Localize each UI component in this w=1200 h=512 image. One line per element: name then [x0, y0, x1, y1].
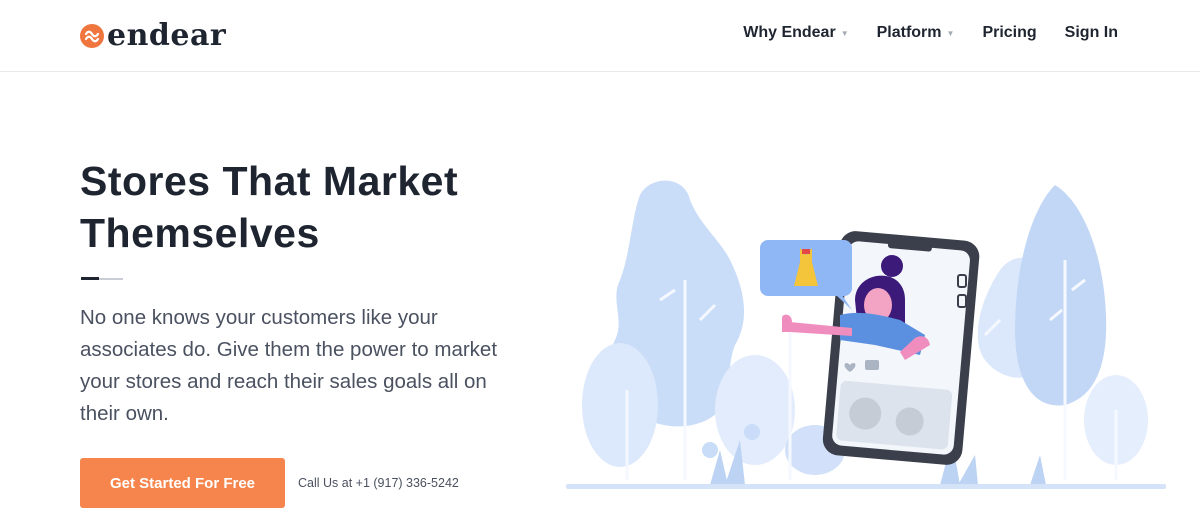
nav-sign-in[interactable]: Sign In	[1065, 24, 1118, 42]
hero-title-line-2: Themselves	[80, 210, 320, 256]
get-started-button[interactable]: Get Started For Free	[80, 458, 285, 508]
hero-illustration	[560, 170, 1170, 505]
hero-title: Stores That Market Themselves	[80, 155, 580, 259]
call-us-link[interactable]: Call Us at +1 (917) 336-5242	[298, 476, 459, 490]
nav-pricing[interactable]: Pricing	[982, 24, 1036, 42]
caret-down-icon: ▼	[946, 28, 955, 38]
nav-platform-label: Platform	[876, 24, 942, 41]
main-nav: Why Endear ▼ Platform ▼ Pricing Sign In	[715, 24, 1118, 42]
endear-logo-icon	[80, 24, 104, 48]
nav-why-endear[interactable]: Why Endear ▼	[743, 24, 848, 42]
site-header: endear Why Endear ▼ Platform ▼ Pricing S…	[0, 0, 1200, 72]
hero-description: No one knows your customers like your as…	[80, 306, 498, 425]
caret-down-icon: ▼	[840, 28, 849, 38]
nav-platform[interactable]: Platform ▼	[877, 24, 955, 42]
logo[interactable]: endear	[80, 19, 226, 53]
title-divider	[81, 277, 123, 280]
hero-title-line-1: Stores That Market	[80, 158, 459, 204]
nav-why-endear-label: Why Endear	[743, 24, 836, 41]
logo-text: endear	[107, 18, 227, 53]
